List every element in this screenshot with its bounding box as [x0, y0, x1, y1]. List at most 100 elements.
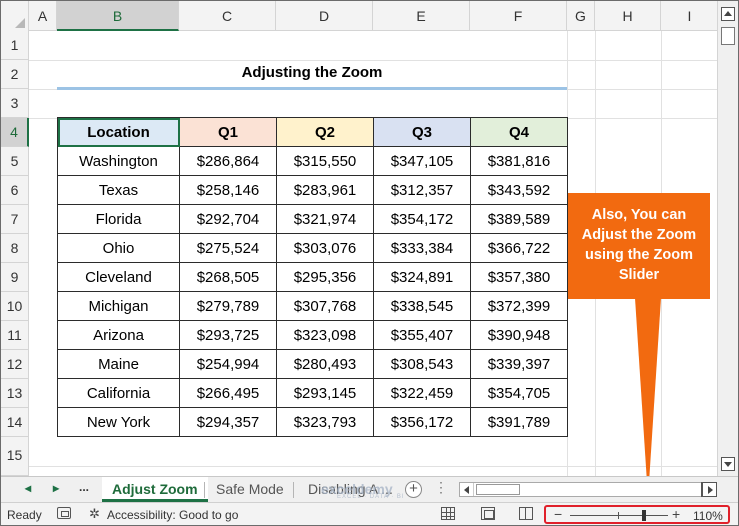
cell-q4[interactable]: $354,705: [470, 378, 568, 408]
row-header-14[interactable]: 14: [1, 408, 29, 437]
column-header-d[interactable]: D: [276, 1, 373, 31]
row-header-1[interactable]: 1: [1, 31, 29, 60]
cell-q4[interactable]: $372,399: [470, 291, 568, 321]
row-header-4[interactable]: 4: [1, 118, 29, 147]
callout-box[interactable]: Also, You can Adjust the Zoom using the …: [568, 193, 710, 299]
cell-q4[interactable]: $339,397: [470, 349, 568, 379]
cell-q3[interactable]: $322,459: [373, 378, 471, 408]
row-header-6[interactable]: 6: [1, 176, 29, 205]
zoom-slider-thumb[interactable]: [642, 510, 646, 521]
cell-q4[interactable]: $357,380: [470, 262, 568, 292]
row-header-12[interactable]: 12: [1, 350, 29, 379]
cell-q2[interactable]: $321,974: [276, 204, 374, 234]
macro-record-icon[interactable]: [57, 507, 71, 519]
cell-location[interactable]: New York: [57, 407, 180, 437]
cell-q1[interactable]: $279,789: [179, 291, 277, 321]
cell-q1[interactable]: $294,357: [179, 407, 277, 437]
row-header-9[interactable]: 9: [1, 263, 29, 292]
row-header-15[interactable]: 15: [1, 437, 29, 476]
tab-scroll-right-icon[interactable]: ▸: [53, 481, 59, 495]
page-break-view-icon[interactable]: [519, 507, 533, 520]
cell-q2[interactable]: $303,076: [276, 233, 374, 263]
header-q2[interactable]: Q2: [276, 117, 374, 147]
row-header-10[interactable]: 10: [1, 292, 29, 321]
cell-q3[interactable]: $354,172: [373, 204, 471, 234]
cell-q2[interactable]: $293,145: [276, 378, 374, 408]
row-header-2[interactable]: 2: [1, 60, 29, 89]
cell-q1[interactable]: $268,505: [179, 262, 277, 292]
header-q1[interactable]: Q1: [179, 117, 277, 147]
cell-q4[interactable]: $366,722: [470, 233, 568, 263]
cell-q3[interactable]: $355,407: [373, 320, 471, 350]
column-header-g[interactable]: G: [567, 1, 595, 31]
cell-q2[interactable]: $295,356: [276, 262, 374, 292]
tab-scroll-left-icon[interactable]: ◂: [25, 481, 31, 495]
row-header-8[interactable]: 8: [1, 234, 29, 263]
cell-q2[interactable]: $280,493: [276, 349, 374, 379]
zoom-percentage[interactable]: 110%: [693, 509, 723, 523]
header-location[interactable]: Location: [57, 117, 180, 147]
cell-q3[interactable]: $356,172: [373, 407, 471, 437]
page-layout-view-icon[interactable]: [481, 507, 495, 520]
cell-location[interactable]: Ohio: [57, 233, 180, 263]
add-sheet-icon[interactable]: +: [405, 481, 422, 498]
cell-q3[interactable]: $347,105: [373, 146, 471, 176]
cell-q3[interactable]: $333,384: [373, 233, 471, 263]
vertical-scrollbar[interactable]: [717, 1, 738, 476]
cell-q1[interactable]: $286,864: [179, 146, 277, 176]
cell-location[interactable]: Florida: [57, 204, 180, 234]
tab-safe-mode[interactable]: Safe Mode: [206, 477, 294, 502]
cell-location[interactable]: California: [57, 378, 180, 408]
cell-location[interactable]: Texas: [57, 175, 180, 205]
accessibility-status[interactable]: Accessibility: Good to go: [107, 508, 238, 522]
cell-q1[interactable]: $254,994: [179, 349, 277, 379]
cell-q1[interactable]: $292,704: [179, 204, 277, 234]
cell-q2[interactable]: $323,098: [276, 320, 374, 350]
row-header-13[interactable]: 13: [1, 379, 29, 408]
cell-q2[interactable]: $323,793: [276, 407, 374, 437]
cell-location[interactable]: Michigan: [57, 291, 180, 321]
cell-q2[interactable]: $307,768: [276, 291, 374, 321]
column-header-e[interactable]: E: [373, 1, 470, 31]
cell-location[interactable]: Cleveland: [57, 262, 180, 292]
cell-q1[interactable]: $258,146: [179, 175, 277, 205]
scroll-down-icon[interactable]: [721, 457, 735, 471]
cell-q4[interactable]: $381,816: [470, 146, 568, 176]
zoom-slider[interactable]: [570, 510, 668, 521]
cell-q1[interactable]: $275,524: [179, 233, 277, 263]
zoom-in-button[interactable]: +: [672, 506, 680, 522]
more-sheets-button[interactable]: ...: [79, 480, 89, 494]
cell-location[interactable]: Maine: [57, 349, 180, 379]
cell-q3[interactable]: $338,545: [373, 291, 471, 321]
cell-q4[interactable]: $391,789: [470, 407, 568, 437]
row-header-7[interactable]: 7: [1, 205, 29, 234]
cell-q1[interactable]: $266,495: [179, 378, 277, 408]
cell-q4[interactable]: $390,948: [470, 320, 568, 350]
scroll-left-icon[interactable]: [460, 483, 474, 496]
row-header-5[interactable]: 5: [1, 147, 29, 176]
header-q3[interactable]: Q3: [373, 117, 471, 147]
tab-adjust-zoom[interactable]: Adjust Zoom: [102, 477, 208, 502]
cell-q3[interactable]: $312,357: [373, 175, 471, 205]
cell-q3[interactable]: $308,543: [373, 349, 471, 379]
row-header-3[interactable]: 3: [1, 89, 29, 118]
cell-location[interactable]: Arizona: [57, 320, 180, 350]
cell-q1[interactable]: $293,725: [179, 320, 277, 350]
column-header-b[interactable]: B: [57, 1, 179, 31]
cell-q4[interactable]: $389,589: [470, 204, 568, 234]
cell-q2[interactable]: $283,961: [276, 175, 374, 205]
cell-q4[interactable]: $343,592: [470, 175, 568, 205]
normal-view-icon[interactable]: [441, 507, 455, 520]
column-header-h[interactable]: H: [595, 1, 661, 31]
sheet-title[interactable]: Adjusting the Zoom: [57, 59, 567, 87]
vertical-scroll-thumb[interactable]: [721, 27, 735, 45]
cell-q2[interactable]: $315,550: [276, 146, 374, 176]
column-header-a[interactable]: A: [29, 1, 57, 31]
zoom-out-button[interactable]: −: [554, 506, 562, 522]
column-header-f[interactable]: F: [470, 1, 567, 31]
select-all-corner[interactable]: [1, 1, 29, 31]
column-header-c[interactable]: C: [179, 1, 276, 31]
header-q4[interactable]: Q4: [470, 117, 568, 147]
row-header-11[interactable]: 11: [1, 321, 29, 350]
accessibility-icon[interactable]: ✲: [89, 506, 100, 522]
